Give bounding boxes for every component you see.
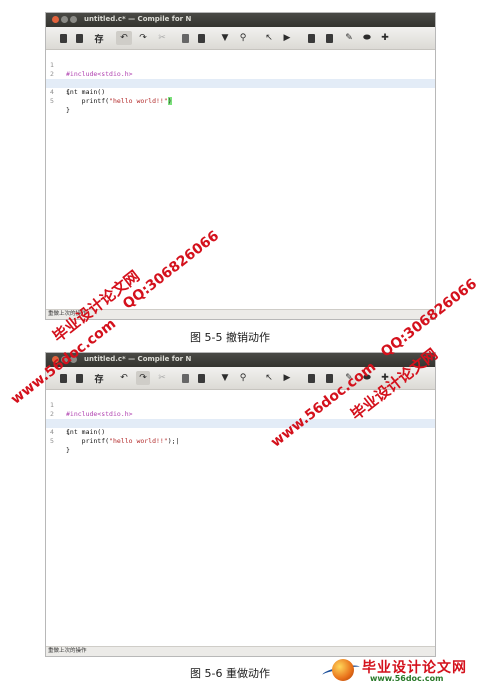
code-line[interactable]: 5 } xyxy=(46,428,435,454)
code-line[interactable]: 3 { xyxy=(46,70,435,96)
window-title: untitled.c* — Compile for N xyxy=(84,15,192,23)
maximize-icon[interactable] xyxy=(70,16,77,23)
code-line-current[interactable]: 4 printf("hello world!!");| xyxy=(46,419,435,445)
open-file-icon[interactable] xyxy=(76,374,83,383)
redo-icon[interactable]: ↷ xyxy=(136,31,150,45)
code-line[interactable]: 1 #include<stdio.h> xyxy=(46,52,435,78)
copy-icon[interactable] xyxy=(182,374,189,383)
stop-icon[interactable] xyxy=(308,374,315,383)
bracket-match: ) xyxy=(167,97,172,105)
code-line[interactable]: 2 ◢ int main() xyxy=(46,61,435,96)
logo-text-en: www.56doc.com xyxy=(370,674,444,683)
new-file-icon[interactable] xyxy=(60,34,67,43)
cut-icon[interactable]: ✂ xyxy=(156,31,168,45)
undo-icon[interactable]: ↶ xyxy=(116,31,132,45)
code-editor[interactable]: 1 #include<stdio.h> 2 ◢ int main() 3 { 4… xyxy=(46,390,435,646)
replace-icon[interactable]: ⚲ xyxy=(238,31,248,45)
find-icon[interactable]: ▼ xyxy=(220,371,230,385)
debug-icon[interactable] xyxy=(326,374,333,383)
cut-icon[interactable]: ✂ xyxy=(156,371,168,385)
save-button[interactable]: 存 xyxy=(92,371,106,385)
open-file-icon[interactable] xyxy=(76,34,83,43)
paste-icon[interactable] xyxy=(198,374,205,383)
run-icon[interactable]: ▶ xyxy=(282,371,292,385)
paste-icon[interactable] xyxy=(198,34,205,43)
minimize-icon[interactable] xyxy=(61,16,68,23)
undo-icon[interactable]: ↶ xyxy=(116,371,132,385)
build-icon[interactable]: ↖ xyxy=(264,371,274,385)
title-bar: untitled.c* — Compile for N xyxy=(46,13,435,27)
site-logo: 毕业设计论文网 www.56doc.com xyxy=(321,657,482,685)
replace-icon[interactable]: ⚲ xyxy=(238,371,248,385)
debug-icon[interactable] xyxy=(326,34,333,43)
find-icon[interactable]: ▼ xyxy=(220,31,230,45)
new-file-icon[interactable] xyxy=(60,374,67,383)
code-line-current[interactable]: 4 printf("hello world!!") xyxy=(46,79,435,105)
settings-icon[interactable]: ⬬ xyxy=(362,31,372,45)
title-bar: untitled.c* — Compile for N xyxy=(46,353,435,367)
toolbar: 存 ↶ ↷ ✂ ▼ ⚲ ↖ ▶ ✎ ⬬ ✚ xyxy=(46,27,435,50)
build-icon[interactable]: ↖ xyxy=(264,31,274,45)
comment-icon[interactable]: ✎ xyxy=(344,31,354,45)
run-icon[interactable]: ▶ xyxy=(282,31,292,45)
code-line[interactable]: 3 { xyxy=(46,410,435,436)
figure-caption: 图 5-6 重做动作 xyxy=(190,667,270,680)
save-button[interactable]: 存 xyxy=(92,31,106,45)
status-bar: 重做上次的操作 xyxy=(46,646,435,656)
window-title: untitled.c* — Compile for N xyxy=(84,355,192,363)
logo-ball-icon xyxy=(332,659,354,681)
editor-window-undo: untitled.c* — Compile for N 存 ↶ ↷ ✂ ▼ ⚲ … xyxy=(45,12,436,320)
help-icon[interactable]: ✚ xyxy=(380,31,390,45)
code-line[interactable]: 5 } xyxy=(46,88,435,114)
redo-icon[interactable]: ↷ xyxy=(136,371,150,385)
figure-caption: 图 5-5 撤销动作 xyxy=(190,331,270,344)
stop-icon[interactable] xyxy=(308,34,315,43)
code-editor[interactable]: 1 #include<stdio.h> 2 ◢ int main() 3 { 4… xyxy=(46,50,435,309)
copy-icon[interactable] xyxy=(182,34,189,43)
close-icon[interactable] xyxy=(52,16,59,23)
